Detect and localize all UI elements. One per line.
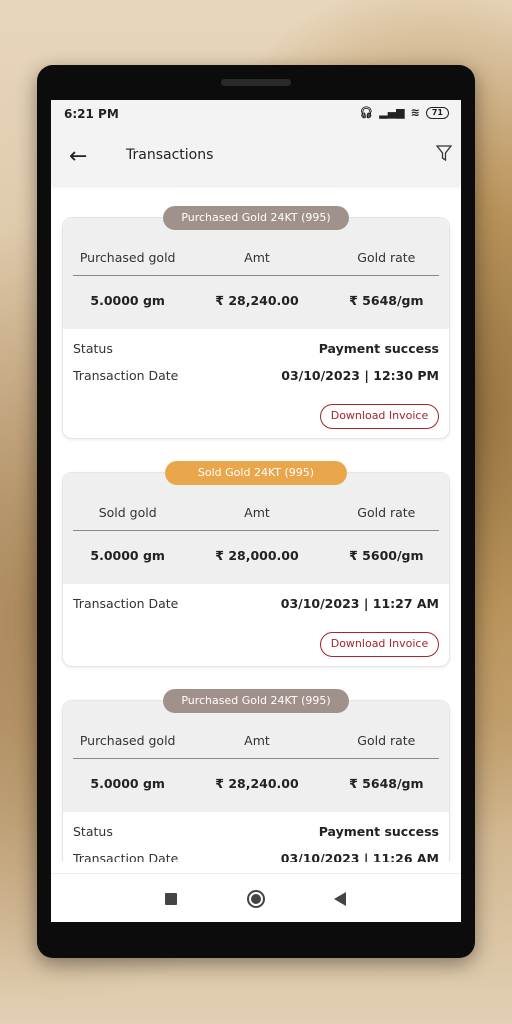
qty-value: 5.0000 gm <box>90 776 165 791</box>
system-nav-bar <box>51 873 461 922</box>
app-header: ← Transactions <box>51 128 461 185</box>
col-header-qty: Sold gold <box>98 505 157 520</box>
home-button-icon[interactable] <box>247 890 265 908</box>
transaction-type-badge: Sold Gold 24KT (995) <box>165 461 347 485</box>
status-bar: 6:21 PM 🎧︎ ▂▄▆ ≋ 71 <box>51 100 461 128</box>
back-button-icon[interactable] <box>334 892 346 906</box>
wifi-icon: ≋ <box>410 106 420 119</box>
status-value: Payment success <box>318 341 439 356</box>
back-arrow-icon[interactable]: ← <box>69 144 87 169</box>
status-time: 6:21 PM <box>64 107 119 121</box>
status-icons: 🎧︎ ▂▄▆ ≋ 71 <box>359 106 449 119</box>
amount-value: ₹ 28,240.00 <box>215 776 299 791</box>
date-value: 03/10/2023 | 11:27 AM <box>280 596 439 611</box>
col-header-amt: Amt <box>244 505 270 520</box>
scroll-fade <box>51 862 461 873</box>
col-header-rate: Gold rate <box>357 505 416 520</box>
qty-value: 5.0000 gm <box>90 293 165 308</box>
signal-icon: ▂▄▆ <box>379 106 405 119</box>
rate-value: ₹ 5648/gm <box>349 776 424 791</box>
status-label: Status <box>73 824 113 839</box>
divider <box>73 275 439 276</box>
divider <box>73 530 439 531</box>
amount-value: ₹ 28,240.00 <box>215 293 299 308</box>
screen: 6:21 PM 🎧︎ ▂▄▆ ≋ 71 ← Transactions Purch… <box>51 100 461 922</box>
col-header-qty: Purchased gold <box>79 250 176 265</box>
col-header-qty: Purchased gold <box>79 733 176 748</box>
recents-button-icon[interactable] <box>165 893 177 905</box>
col-header-rate: Gold rate <box>357 250 416 265</box>
headphones-icon: 🎧︎ <box>359 106 374 119</box>
filter-icon[interactable] <box>436 145 452 163</box>
date-label: Transaction Date <box>73 368 179 383</box>
rate-value: ₹ 5600/gm <box>349 548 424 563</box>
rate-value: ₹ 5648/gm <box>349 293 424 308</box>
col-header-amt: Amt <box>244 733 270 748</box>
battery-icon: 71 <box>425 106 449 119</box>
date-value: 03/10/2023 | 12:30 PM <box>281 368 439 383</box>
transaction-card: Purchased gold Amt Gold rate 5.0000 gm ₹ 28… <box>62 217 450 439</box>
divider <box>73 758 439 759</box>
status-label: Status <box>73 341 113 356</box>
transaction-card: Sold gold Amt Gold rate 5.0000 gm ₹ 28,000.… <box>62 472 450 667</box>
phone-speaker <box>221 79 291 86</box>
qty-value: 5.0000 gm <box>90 548 165 563</box>
transaction-type-badge: Purchased Gold 24KT (995) <box>163 689 349 713</box>
page-title: Transactions <box>126 147 214 163</box>
download-invoice-button[interactable]: Download Invoice <box>320 632 439 657</box>
date-label: Transaction Date <box>73 596 179 611</box>
download-invoice-button[interactable]: Download Invoice <box>320 404 439 429</box>
status-value: Payment success <box>318 824 439 839</box>
col-header-rate: Gold rate <box>357 733 416 748</box>
transaction-type-badge: Purchased Gold 24KT (995) <box>163 206 349 230</box>
amount-value: ₹ 28,000.00 <box>215 548 299 563</box>
col-header-amt: Amt <box>244 250 270 265</box>
